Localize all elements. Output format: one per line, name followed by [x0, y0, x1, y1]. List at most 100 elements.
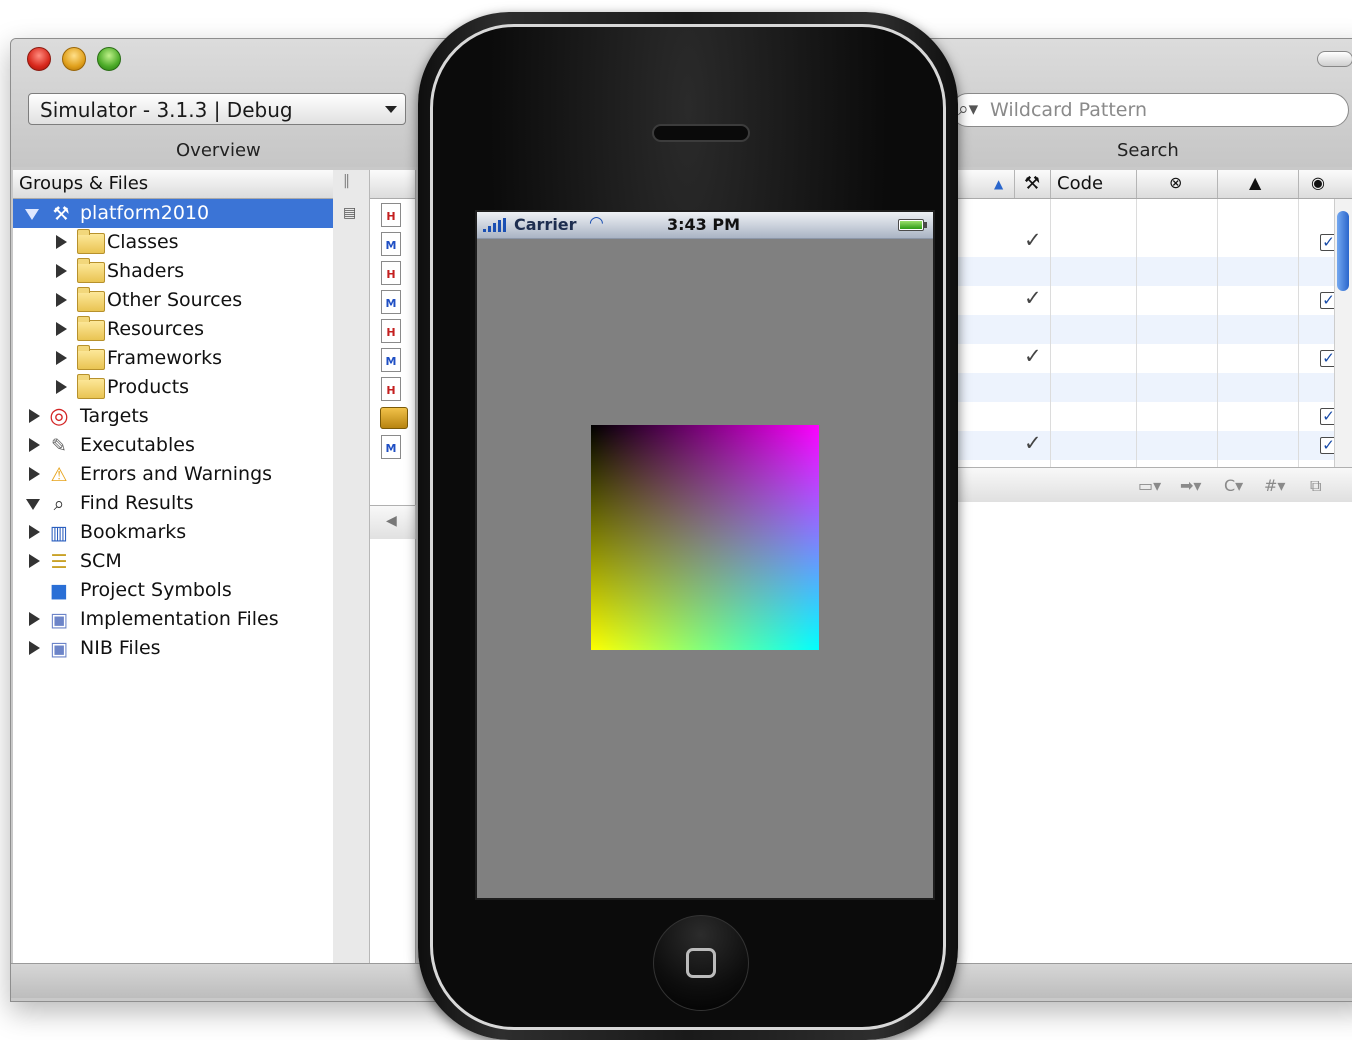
close-window-button[interactable]	[27, 47, 51, 71]
search-input[interactable]	[988, 97, 1322, 123]
sidebar-item-label: Frameworks	[107, 347, 223, 369]
signal-strength-icon	[483, 218, 509, 232]
sidebar-item-resources[interactable]: Resources	[13, 315, 333, 344]
sidebar-item-label: Targets	[80, 405, 149, 427]
breakpoint-menu-icon[interactable]: ➡▾	[1180, 476, 1201, 495]
sidebar-item-errors-and-warnings[interactable]: ⚠ Errors and Warnings	[13, 460, 333, 489]
iphone-screen[interactable]: Carrier ◠ 3:43 PM	[475, 210, 935, 900]
error-icon: ⊗	[1169, 173, 1183, 192]
sidebar-item-shaders[interactable]: Shaders	[13, 257, 333, 286]
folder-icon	[77, 316, 105, 341]
overview-label: Overview	[176, 140, 261, 161]
sidebar-item-label: Resources	[107, 318, 205, 340]
ios-status-bar: Carrier ◠ 3:43 PM	[477, 212, 933, 239]
build-check-icon[interactable]: ✓	[1024, 286, 1042, 310]
smart-group-icon: ▣	[50, 609, 68, 631]
column-header-target[interactable]: ◉	[1298, 170, 1352, 198]
battery-terminal	[924, 222, 927, 228]
minimize-window-button[interactable]	[62, 47, 86, 71]
class-menu-icon[interactable]: C▾	[1224, 476, 1243, 495]
sidebar-item-implementation-files[interactable]: ▣ Implementation Files	[13, 605, 333, 634]
table-row[interactable]	[956, 373, 1348, 402]
column-divider	[1217, 199, 1218, 468]
disclosure-triangle-icon[interactable]	[26, 499, 40, 510]
scheme-selector-popup[interactable]: Simulator - 3.1.3 | Debug	[28, 93, 406, 125]
table-row[interactable]	[956, 315, 1348, 344]
sidebar-splitter[interactable]: ‖ ▤	[333, 170, 370, 967]
groups-and-files-sidebar: Groups & Files ⚒ platform2010 Classes Sh…	[13, 170, 334, 967]
sidebar-item-products[interactable]: Products	[13, 373, 333, 402]
project-icon: ⚒	[52, 203, 70, 225]
iphone-home-button[interactable]	[653, 915, 749, 1011]
sidebar-item-nib-files[interactable]: ▣ NIB Files	[13, 634, 333, 663]
sidebar-item-label: NIB Files	[80, 637, 161, 659]
column-header-build[interactable]: ⚒	[1014, 170, 1051, 198]
search-field[interactable]: ⌕▾	[951, 93, 1349, 127]
toolbar-toggle-button[interactable]	[1317, 51, 1352, 67]
header-file-icon[interactable]: H	[381, 203, 401, 227]
detail-table-header: ▲ ⚒ Code ⊗ ▲ ◉	[956, 170, 1352, 199]
file-list-header[interactable]	[370, 170, 415, 199]
table-row[interactable]	[956, 431, 1348, 460]
column-divider	[1136, 199, 1137, 468]
sidebar-item-executables[interactable]: ✎ Executables	[13, 431, 333, 460]
implementation-file-icon[interactable]: M	[381, 290, 401, 314]
disclosure-triangle-icon[interactable]	[29, 409, 40, 423]
column-divider	[1050, 199, 1051, 468]
groups-and-files-header-label: Groups & Files	[19, 173, 149, 194]
code-editor-area[interactable]	[956, 502, 1352, 967]
disclosure-triangle-icon[interactable]	[29, 554, 40, 568]
list-action-icon[interactable]: ▤	[343, 205, 356, 221]
disclosure-triangle-icon[interactable]	[29, 438, 40, 452]
implementation-file-icon[interactable]: M	[381, 232, 401, 256]
disclosure-triangle-icon[interactable]	[29, 612, 40, 626]
header-file-icon[interactable]: H	[381, 319, 401, 343]
header-file-icon[interactable]: H	[381, 261, 401, 285]
sidebar-item-scm[interactable]: ☰ SCM	[13, 547, 333, 576]
column-header-sort[interactable]: ▲	[956, 170, 1014, 198]
sidebar-item-targets[interactable]: ◎ Targets	[13, 402, 333, 431]
sidebar-item-other-sources[interactable]: Other Sources	[13, 286, 333, 315]
disclosure-triangle-icon[interactable]	[56, 351, 67, 365]
carrier-name: Carrier	[514, 215, 577, 234]
build-check-icon[interactable]: ✓	[1024, 228, 1042, 252]
sidebar-item-frameworks[interactable]: Frameworks	[13, 344, 333, 373]
scroll-left-arrow-icon[interactable]: ◀	[386, 513, 397, 529]
sidebar-item-project[interactable]: ⚒ platform2010	[13, 199, 333, 228]
split-view-icon[interactable]: ‖	[343, 173, 350, 189]
column-header-code[interactable]: Code	[1050, 170, 1137, 198]
build-check-icon[interactable]: ✓	[1024, 431, 1042, 455]
disclosure-triangle-icon[interactable]	[56, 264, 67, 278]
scm-icon: ☰	[50, 551, 68, 573]
toolbox-icon[interactable]	[380, 407, 408, 429]
table-row[interactable]	[956, 257, 1348, 286]
zoom-window-button[interactable]	[97, 47, 121, 71]
opengl-gradient-quad	[591, 425, 819, 650]
disclosure-triangle-icon[interactable]	[25, 209, 39, 220]
scheme-selector-label: Simulator - 3.1.3 | Debug	[40, 98, 293, 122]
bookmark-menu-icon[interactable]: ▭▾	[1138, 476, 1161, 495]
header-file-icon[interactable]: H	[381, 377, 401, 401]
include-menu-icon[interactable]: #▾	[1264, 476, 1285, 495]
disclosure-triangle-icon[interactable]	[29, 467, 40, 481]
groups-and-files-header[interactable]: Groups & Files	[13, 170, 333, 199]
search-icon[interactable]: ⌕▾	[958, 98, 978, 120]
implementation-file-icon[interactable]: M	[381, 348, 401, 372]
disclosure-triangle-icon[interactable]	[56, 322, 67, 336]
column-header-errors[interactable]: ⊗	[1136, 170, 1218, 198]
sidebar-item-find-results[interactable]: ⌕ Find Results	[13, 489, 333, 518]
detail-table-scroll-thumb[interactable]	[1337, 211, 1349, 291]
column-header-warnings[interactable]: ▲	[1217, 170, 1299, 198]
disclosure-triangle-icon[interactable]	[56, 380, 67, 394]
sidebar-item-classes[interactable]: Classes	[13, 228, 333, 257]
implementation-file-icon[interactable]: M	[381, 435, 401, 459]
disclosure-triangle-icon[interactable]	[56, 293, 67, 307]
target-icon: ◎	[49, 404, 69, 429]
build-check-icon[interactable]: ✓	[1024, 344, 1042, 368]
disclosure-triangle-icon[interactable]	[29, 525, 40, 539]
counterpart-icon[interactable]: ⧉	[1310, 476, 1321, 496]
disclosure-triangle-icon[interactable]	[29, 641, 40, 655]
disclosure-triangle-icon[interactable]	[56, 235, 67, 249]
sidebar-item-project-symbols[interactable]: ■ Project Symbols	[13, 576, 333, 605]
sidebar-item-bookmarks[interactable]: ▥ Bookmarks	[13, 518, 333, 547]
